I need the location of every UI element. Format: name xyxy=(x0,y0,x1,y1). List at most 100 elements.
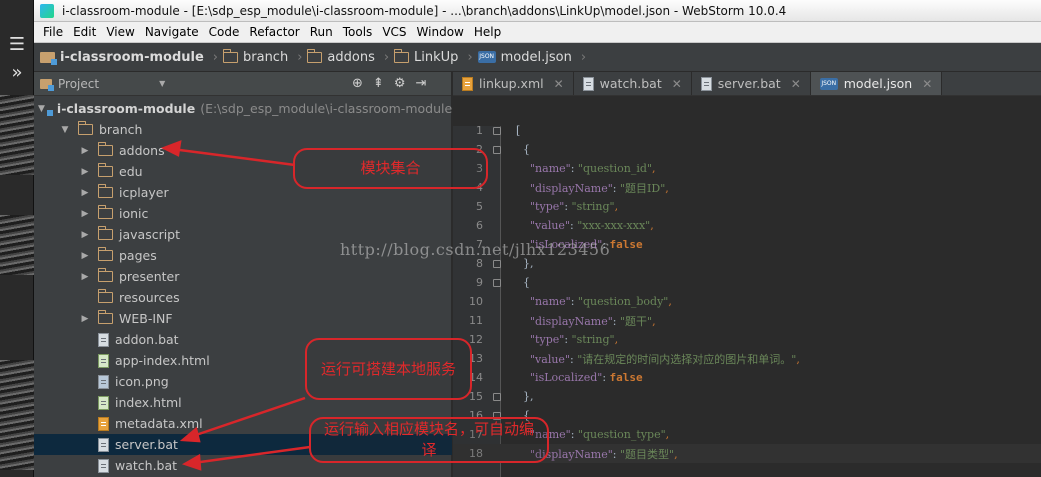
menu-file[interactable]: File xyxy=(38,25,68,39)
tree-item-ionic[interactable]: ▶ ionic xyxy=(34,203,452,224)
breadcrumb-item[interactable]: i-classroom-module › xyxy=(40,50,223,65)
code-line[interactable]: 7 "isLocalized": false xyxy=(453,235,1041,254)
collapsed-arrow-icon[interactable]: ▶ xyxy=(78,209,92,219)
line-number: 5 xyxy=(476,200,483,213)
menu-window[interactable]: Window xyxy=(412,25,469,39)
menu-navigate[interactable]: Navigate xyxy=(140,25,204,39)
code-line[interactable]: 5 "type": "string", xyxy=(453,197,1041,216)
fold-marker-icon[interactable] xyxy=(493,259,501,268)
collapse-all-icon[interactable]: ⇞ xyxy=(373,76,384,91)
breadcrumb-item[interactable]: LinkUp › xyxy=(393,48,478,65)
breadcrumb: i-classroom-module › branch › addons › LinkUp ›… xyxy=(34,43,1041,72)
collapsed-arrow-icon[interactable]: ▶ xyxy=(78,272,92,282)
close-icon[interactable]: ✕ xyxy=(791,77,801,91)
close-icon[interactable]: ✕ xyxy=(922,77,932,91)
scroll-from-source-icon[interactable]: ⊕ xyxy=(352,76,363,91)
tree-item-label: index.html xyxy=(115,395,182,410)
tab-linkup-xml[interactable]: linkup.xml ✕ xyxy=(453,72,574,95)
json-comma: , xyxy=(665,181,669,195)
tab-server-bat[interactable]: server.bat ✕ xyxy=(692,72,811,95)
tree-item-web-inf[interactable]: ▶ WEB-INF xyxy=(34,308,452,329)
collapsed-arrow-icon[interactable]: ▶ xyxy=(78,188,92,198)
close-icon[interactable]: ✕ xyxy=(554,77,564,91)
collapsed-arrow-icon[interactable]: ▶ xyxy=(78,146,92,156)
code-line[interactable]: 2 { xyxy=(453,140,1041,159)
hamburger-icon[interactable]: ☰ xyxy=(0,30,34,58)
tree-item-label: watch.bat xyxy=(115,458,178,473)
dropdown-arrow-icon[interactable]: ▼ xyxy=(159,79,165,88)
folder-icon xyxy=(222,48,238,63)
tree-item-label: icplayer xyxy=(119,185,169,200)
json-comma: , xyxy=(652,314,656,328)
code-line[interactable]: 11 "displayName": "题干", xyxy=(453,311,1041,330)
json-key: "displayName" xyxy=(530,314,613,328)
tree-item-i-classroom-module[interactable]: ▼ i-classroom-module (E:\sdp_esp_module\i-… xyxy=(34,98,457,119)
collapsed-arrow-icon[interactable]: ▶ xyxy=(78,251,92,261)
code-text: "value": "xxx-xxx-xxx", xyxy=(530,219,654,232)
fold-marker-icon[interactable] xyxy=(493,145,501,154)
breadcrumb-item[interactable]: addons › xyxy=(306,48,394,65)
code-line[interactable]: 3 "name": "question_id", xyxy=(453,159,1041,178)
tree-item-label: resources xyxy=(119,290,180,305)
code-line[interactable]: 10 "name": "question_body", xyxy=(453,292,1041,311)
menu-edit[interactable]: Edit xyxy=(68,25,101,39)
breadcrumb-label: model.json xyxy=(500,49,572,65)
json-key: "value" xyxy=(530,219,571,232)
menu-view[interactable]: View xyxy=(101,25,139,39)
tab-watch-bat[interactable]: watch.bat ✕ xyxy=(574,72,692,95)
breadcrumb-label: LinkUp xyxy=(414,49,459,65)
code-text: }, xyxy=(516,390,534,403)
menu-tools[interactable]: Tools xyxy=(338,25,378,39)
menu-vcs[interactable]: VCS xyxy=(377,25,411,39)
menu-refactor[interactable]: Refactor xyxy=(244,25,304,39)
code-text: [ xyxy=(516,124,520,137)
menu-run[interactable]: Run xyxy=(305,25,338,39)
code-line[interactable]: 15 }, xyxy=(453,387,1041,406)
annotation-callout: 模块集合 xyxy=(293,148,488,189)
tab-model-json[interactable]: JSON model.json ✕ xyxy=(810,72,943,95)
tab-label: server.bat xyxy=(717,76,781,91)
breadcrumb-label: i-classroom-module xyxy=(60,49,204,65)
double-chevron-right-icon[interactable]: » xyxy=(0,58,34,86)
tree-item-label: edu xyxy=(119,164,143,179)
collapsed-arrow-icon[interactable]: ▶ xyxy=(78,167,92,177)
menu-code[interactable]: Code xyxy=(204,25,245,39)
json-string: "请在规定的时间内选择对应的图片和单词。" xyxy=(577,352,797,366)
tree-item-label: server.bat xyxy=(115,437,178,452)
project-panel-title[interactable]: Project xyxy=(58,77,99,91)
settings-gear-icon[interactable]: ⚙ xyxy=(394,76,406,91)
tree-item-resources[interactable]: resources xyxy=(34,287,452,308)
tree-item-javascript[interactable]: ▶ javascript xyxy=(34,224,452,245)
json-comma: , xyxy=(668,295,672,308)
fold-marker-icon[interactable] xyxy=(493,392,501,401)
fold-marker-icon[interactable] xyxy=(493,126,501,135)
expanded-arrow-icon[interactable]: ▼ xyxy=(58,125,72,135)
fold-marker-icon[interactable] xyxy=(493,278,501,287)
hide-panel-icon[interactable]: ⇥ xyxy=(415,76,426,91)
collapsed-arrow-icon[interactable]: ▶ xyxy=(78,230,92,240)
collapsed-arrow-icon[interactable]: ▶ xyxy=(78,314,92,324)
folder-icon xyxy=(97,310,113,324)
close-icon[interactable]: ✕ xyxy=(672,77,682,91)
code-line[interactable]: 13 "value": "请在规定的时间内选择对应的图片和单词。", xyxy=(453,349,1041,368)
code-line[interactable]: 8 }, xyxy=(453,254,1041,273)
expanded-arrow-icon[interactable]: ▼ xyxy=(38,104,45,114)
json-key: "value" xyxy=(530,352,571,366)
tree-item-label: metadata.xml xyxy=(115,416,203,431)
breadcrumb-item[interactable]: JSON model.json › xyxy=(477,49,591,65)
breadcrumb-item[interactable]: branch › xyxy=(222,48,307,65)
folder-icon xyxy=(77,121,93,135)
code-line[interactable]: 1[ xyxy=(453,121,1041,140)
tree-item-pages[interactable]: ▶ pages xyxy=(34,245,452,266)
folder-icon xyxy=(393,48,410,63)
code-line[interactable]: 14 "isLocalized": false xyxy=(453,368,1041,387)
json-key: "name" xyxy=(530,295,571,308)
code-line[interactable]: 6 "value": "xxx-xxx-xxx", xyxy=(453,216,1041,235)
code-line[interactable]: 9 { xyxy=(453,273,1041,292)
tree-item-branch[interactable]: ▼ branch xyxy=(34,119,452,140)
menu-help[interactable]: Help xyxy=(469,25,506,39)
tree-item-presenter[interactable]: ▶ presenter xyxy=(34,266,452,287)
code-text: { xyxy=(516,143,530,156)
code-line[interactable]: 12 "type": "string", xyxy=(453,330,1041,349)
code-line[interactable]: 4 "displayName": "题目ID", xyxy=(453,178,1041,197)
